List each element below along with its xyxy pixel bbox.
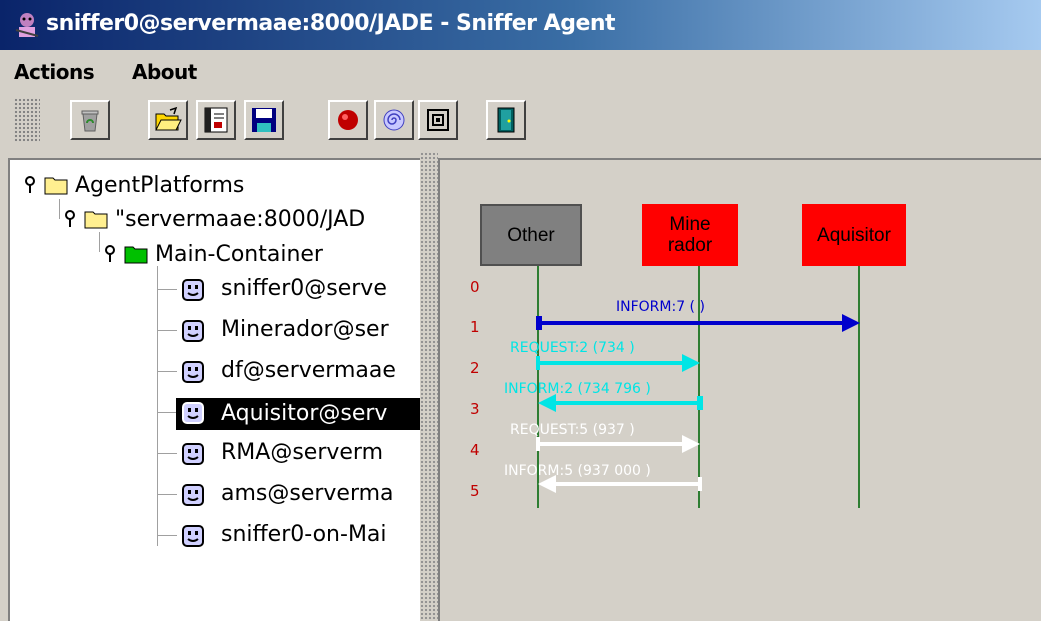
- door-exit-icon: [497, 107, 515, 133]
- agent-face-icon: [182, 279, 204, 301]
- agent-face-icon: [182, 525, 204, 547]
- message-label: INFORM:7 ( ): [616, 299, 705, 315]
- sniffer-agent-icon: [15, 13, 39, 37]
- folder-open-icon: [155, 106, 182, 131]
- exit-button[interactable]: [486, 100, 526, 140]
- folder-icon: [44, 177, 68, 195]
- tree-item-agent[interactable]: df@servermaae: [218, 356, 399, 386]
- tree-expand-handle-icon[interactable]: [62, 209, 78, 229]
- toolbar: [0, 92, 1041, 152]
- tree-item-main-container[interactable]: Main-Container: [152, 240, 326, 270]
- recycle-bin-icon: [81, 110, 99, 132]
- tree-item-agent[interactable]: Minerador@ser: [218, 315, 392, 345]
- message-label: INFORM:2 (734 796 ): [504, 381, 651, 397]
- red-record-icon: [338, 110, 358, 130]
- spiral-icon: [383, 109, 405, 131]
- green-folder-icon: [124, 246, 148, 264]
- message-label: REQUEST:2 (734 ): [510, 340, 635, 356]
- tree-expand-handle-icon[interactable]: [102, 244, 118, 264]
- agent-tree-panel[interactable]: AgentPlatforms "servermaae:8000/JAD Main…: [8, 158, 420, 621]
- tree-item-agent-selected[interactable]: Aquisitor@serv: [218, 399, 391, 429]
- folder-icon: [84, 211, 108, 229]
- tree-item-platform[interactable]: "servermaae:8000/JAD: [112, 205, 368, 235]
- menu-actions[interactable]: Actions: [14, 60, 95, 84]
- window-title: sniffer0@servermaae:8000/JADE - Sniffer …: [46, 11, 616, 36]
- agent-face-icon: [182, 402, 204, 424]
- tree-line: [59, 199, 60, 219]
- save-button[interactable]: [244, 100, 284, 140]
- tree-expand-handle-icon[interactable]: [22, 175, 38, 195]
- sniff-button[interactable]: [374, 100, 414, 140]
- tree-item-agent[interactable]: RMA@serverm: [218, 438, 386, 468]
- menu-about[interactable]: About: [132, 60, 197, 84]
- display-log-button[interactable]: [196, 100, 236, 140]
- toolbar-grip[interactable]: [14, 98, 40, 142]
- stop-sniff-button[interactable]: [418, 100, 458, 140]
- message-label: INFORM:5 (937 000 ): [504, 463, 651, 479]
- clear-canvas-button[interactable]: [70, 100, 110, 140]
- agent-face-icon: [182, 484, 204, 506]
- sniffer-canvas[interactable]: Other Mine rador Aquisitor 0 1 2 3 4 5 I…: [438, 158, 1041, 621]
- record-button[interactable]: [328, 100, 368, 140]
- floppy-disk-icon: [252, 108, 276, 132]
- agent-face-icon: [182, 443, 204, 465]
- title-bar[interactable]: sniffer0@servermaae:8000/JADE - Sniffer …: [0, 0, 1041, 50]
- message-arrow-request-2[interactable]: [536, 354, 700, 372]
- menu-bar: Actions About: [0, 50, 1041, 92]
- tree-item-agent[interactable]: ams@serverma: [218, 479, 397, 509]
- tree-item-agent[interactable]: sniffer0-on-Mai: [218, 520, 390, 550]
- open-button[interactable]: [148, 100, 188, 140]
- nested-squares-icon: [427, 109, 449, 131]
- agent-face-icon: [182, 361, 204, 383]
- agent-face-icon: [182, 320, 204, 342]
- message-arrow-inform-7[interactable]: [536, 314, 860, 332]
- message-log-icon: [204, 107, 228, 133]
- tree-line: [157, 266, 158, 546]
- tree-item-agent-platforms[interactable]: AgentPlatforms: [72, 171, 247, 201]
- split-pane-divider[interactable]: [420, 152, 438, 621]
- tree-line: [99, 232, 100, 252]
- tree-item-agent[interactable]: sniffer0@serve: [218, 274, 390, 304]
- message-label: REQUEST:5 (937 ): [510, 422, 635, 438]
